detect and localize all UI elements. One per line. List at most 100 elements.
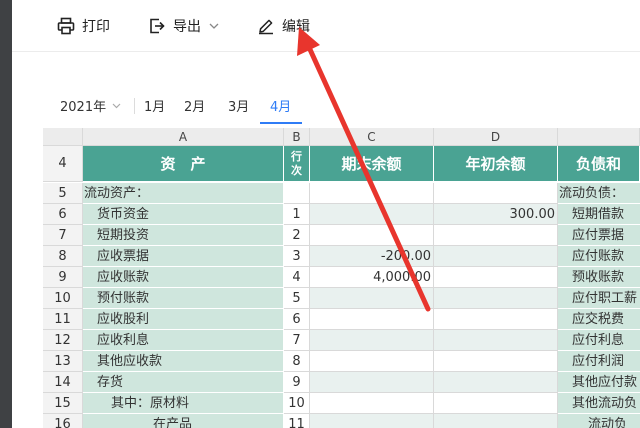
end-balance-cell[interactable]: 4,000.00 bbox=[310, 267, 434, 288]
row-number[interactable]: 5 bbox=[43, 183, 83, 204]
row-number[interactable]: 7 bbox=[43, 225, 83, 246]
header-cell: 资 产 bbox=[83, 146, 284, 182]
column-letter[interactable] bbox=[558, 128, 640, 146]
liability-name-cell[interactable]: 应付职工薪 bbox=[558, 288, 640, 309]
export-button[interactable]: 导出 bbox=[147, 14, 219, 38]
period-filter-bar: 2021年 1月 2月 3月 4月 bbox=[12, 90, 640, 124]
left-edge-strip bbox=[0, 0, 12, 428]
row-number[interactable]: 8 bbox=[43, 246, 83, 267]
asset-name-cell[interactable]: 应收利息 bbox=[83, 330, 284, 351]
end-balance-cell[interactable] bbox=[310, 225, 434, 246]
start-balance-cell[interactable] bbox=[434, 288, 558, 309]
line-number-cell[interactable]: 5 bbox=[284, 288, 310, 309]
asset-name-cell[interactable]: 在产品 bbox=[83, 414, 284, 428]
liability-name-cell[interactable]: 流动负债： bbox=[558, 183, 640, 204]
header-cell: 负债和 bbox=[558, 146, 640, 182]
edit-label: 编辑 bbox=[282, 19, 310, 35]
line-number-cell[interactable]: 6 bbox=[284, 309, 310, 330]
line-number-cell[interactable]: 2 bbox=[284, 225, 310, 246]
start-balance-cell[interactable] bbox=[434, 225, 558, 246]
line-number-cell[interactable]: 10 bbox=[284, 393, 310, 414]
asset-name-cell[interactable]: 预付账款 bbox=[83, 288, 284, 309]
end-balance-cell[interactable] bbox=[310, 288, 434, 309]
line-number-cell[interactable]: 7 bbox=[284, 330, 310, 351]
asset-name-cell[interactable]: 应收票据 bbox=[83, 246, 284, 267]
edit-button[interactable]: 编辑 bbox=[256, 14, 310, 38]
line-number-cell[interactable]: 1 bbox=[284, 204, 310, 225]
asset-name-cell[interactable]: 存货 bbox=[83, 372, 284, 393]
row-number[interactable]: 13 bbox=[43, 351, 83, 372]
asset-name-cell[interactable]: 应收账款 bbox=[83, 267, 284, 288]
line-number-cell[interactable]: 11 bbox=[284, 414, 310, 428]
row-number[interactable]: 6 bbox=[43, 204, 83, 225]
end-balance-cell[interactable] bbox=[310, 393, 434, 414]
tab-month-4[interactable]: 4月 bbox=[260, 96, 302, 124]
start-balance-cell[interactable] bbox=[434, 372, 558, 393]
asset-name-cell[interactable]: 货币资金 bbox=[83, 204, 284, 225]
sheet-corner bbox=[43, 128, 83, 146]
year-select[interactable]: 2021年 bbox=[60, 96, 121, 115]
header-cell: 年初余额 bbox=[434, 146, 558, 182]
end-balance-cell[interactable] bbox=[310, 183, 434, 204]
liability-name-cell[interactable]: 其他应付款 bbox=[558, 372, 640, 393]
column-letter[interactable]: C bbox=[310, 128, 434, 146]
end-balance-cell[interactable]: -200.00 bbox=[310, 246, 434, 267]
row-number[interactable]: 11 bbox=[43, 309, 83, 330]
chevron-down-icon bbox=[112, 103, 121, 109]
chevron-down-icon bbox=[209, 23, 219, 29]
liability-name-cell[interactable]: 预收账款 bbox=[558, 267, 640, 288]
liability-name-cell[interactable]: 应付票据 bbox=[558, 225, 640, 246]
print-button[interactable]: 打印 bbox=[56, 14, 110, 38]
start-balance-cell[interactable] bbox=[434, 246, 558, 267]
column-letter[interactable]: B bbox=[284, 128, 310, 146]
start-balance-cell[interactable] bbox=[434, 351, 558, 372]
column-letter[interactable]: A bbox=[83, 128, 284, 146]
asset-name-cell[interactable]: 其中：原材料 bbox=[83, 393, 284, 414]
column-letter[interactable]: D bbox=[434, 128, 558, 146]
asset-name-cell[interactable]: 其他应收款 bbox=[83, 351, 284, 372]
end-balance-cell[interactable] bbox=[310, 330, 434, 351]
print-label: 打印 bbox=[82, 19, 110, 35]
row-number[interactable]: 16 bbox=[43, 414, 83, 428]
start-balance-cell[interactable] bbox=[434, 267, 558, 288]
line-number-cell[interactable]: 3 bbox=[284, 246, 310, 267]
liability-name-cell[interactable]: 流动负 bbox=[558, 414, 640, 428]
export-icon bbox=[147, 16, 167, 36]
header-cell: 行次 bbox=[284, 146, 310, 182]
line-number-cell[interactable] bbox=[284, 183, 310, 204]
tab-month-1[interactable]: 1月 bbox=[144, 96, 165, 124]
row-number[interactable]: 15 bbox=[43, 393, 83, 414]
end-balance-cell[interactable] bbox=[310, 372, 434, 393]
row-number[interactable]: 4 bbox=[43, 146, 83, 182]
end-balance-cell[interactable] bbox=[310, 414, 434, 428]
asset-name-cell[interactable]: 短期投资 bbox=[83, 225, 284, 246]
asset-name-cell[interactable]: 流动资产： bbox=[83, 183, 284, 204]
liability-name-cell[interactable]: 应交税费 bbox=[558, 309, 640, 330]
liability-name-cell[interactable]: 应付利息 bbox=[558, 330, 640, 351]
tab-month-3[interactable]: 3月 bbox=[228, 96, 249, 124]
liability-name-cell[interactable]: 其他流动负 bbox=[558, 393, 640, 414]
line-number-cell[interactable]: 4 bbox=[284, 267, 310, 288]
row-number[interactable]: 14 bbox=[43, 372, 83, 393]
row-number[interactable]: 9 bbox=[43, 267, 83, 288]
liability-name-cell[interactable]: 短期借款 bbox=[558, 204, 640, 225]
start-balance-cell[interactable] bbox=[434, 183, 558, 204]
tab-month-2[interactable]: 2月 bbox=[184, 96, 205, 124]
start-balance-cell[interactable]: 300.00 bbox=[434, 204, 558, 225]
start-balance-cell[interactable] bbox=[434, 414, 558, 428]
liability-name-cell[interactable]: 应付账款 bbox=[558, 246, 640, 267]
liability-name-cell[interactable]: 应付利润 bbox=[558, 351, 640, 372]
pencil-icon bbox=[256, 16, 276, 36]
end-balance-cell[interactable] bbox=[310, 351, 434, 372]
row-number[interactable]: 10 bbox=[43, 288, 83, 309]
line-number-cell[interactable]: 8 bbox=[284, 351, 310, 372]
start-balance-cell[interactable] bbox=[434, 393, 558, 414]
end-balance-cell[interactable] bbox=[310, 309, 434, 330]
start-balance-cell[interactable] bbox=[434, 309, 558, 330]
end-balance-cell[interactable] bbox=[310, 204, 434, 225]
toolbar: 打印 导出 编辑 bbox=[12, 0, 640, 52]
row-number[interactable]: 12 bbox=[43, 330, 83, 351]
line-number-cell[interactable]: 9 bbox=[284, 372, 310, 393]
asset-name-cell[interactable]: 应收股利 bbox=[83, 309, 284, 330]
start-balance-cell[interactable] bbox=[434, 330, 558, 351]
